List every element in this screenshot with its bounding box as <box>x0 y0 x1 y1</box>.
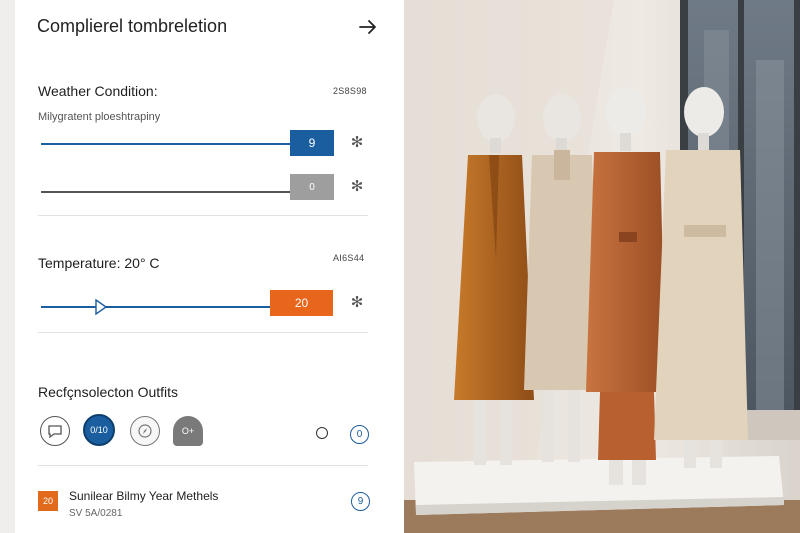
page-title: Complierel tombreletion <box>37 16 228 36</box>
slider-value-badge[interactable]: 9 <box>290 130 334 156</box>
slider-value-badge[interactable]: 0 <box>290 174 334 200</box>
list-item-subtitle: SV 5A/0281 <box>69 508 123 519</box>
list-item-action-button[interactable]: 9 <box>351 492 370 511</box>
weather-slider-2[interactable]: 0 ✻ <box>41 174 371 202</box>
mannequin-photo <box>404 0 800 533</box>
weather-subtext: Milygratent ploeshtrapiny <box>38 111 161 123</box>
temperature-code: AI6S44 <box>333 253 365 263</box>
chat-icon[interactable] <box>40 416 70 446</box>
outfit-icon-label: 0/10 <box>90 425 108 435</box>
list-item-badge: 20 <box>38 491 58 511</box>
divider <box>38 215 368 216</box>
settings-panel: Complierel tombreletion Weather Conditio… <box>15 0 404 533</box>
slider-value-text: 0 <box>309 181 315 193</box>
compass-icon[interactable] <box>130 416 160 446</box>
divider <box>38 465 368 466</box>
gear-icon[interactable]: ✻ <box>349 135 365 151</box>
weather-slider-1[interactable]: 9 ✻ <box>41 130 371 158</box>
slider-value-badge[interactable]: 20 <box>270 290 333 316</box>
selected-outfit-icon[interactable]: 0/10 <box>83 414 115 446</box>
gear-icon[interactable]: ✻ <box>349 179 365 195</box>
outfits-title: Recfçnsolecton Outfits <box>38 384 179 400</box>
temperature-slider[interactable]: 20 ✻ <box>41 290 371 318</box>
outfit-action-button[interactable]: 0 <box>350 425 369 444</box>
outfit-icon-label: O+ <box>181 426 195 436</box>
mannequin-illustration <box>404 0 800 533</box>
arrow-right-icon[interactable] <box>357 16 379 38</box>
weather-title: Weather Condition: <box>38 83 158 99</box>
gear-icon[interactable]: ✻ <box>349 295 365 311</box>
radio-button[interactable] <box>316 427 328 439</box>
add-outfit-icon[interactable]: O+ <box>173 416 203 446</box>
slider-track <box>41 191 291 193</box>
slider-track <box>41 306 271 308</box>
divider <box>38 332 368 333</box>
temperature-title: Temperature: 20° C <box>38 255 160 271</box>
list-item-title[interactable]: Sunilear Bilmy Year Methels <box>69 489 218 503</box>
slider-track <box>41 143 291 145</box>
slider-thumb[interactable] <box>94 299 108 315</box>
weather-code: 2S8S98 <box>333 86 367 96</box>
